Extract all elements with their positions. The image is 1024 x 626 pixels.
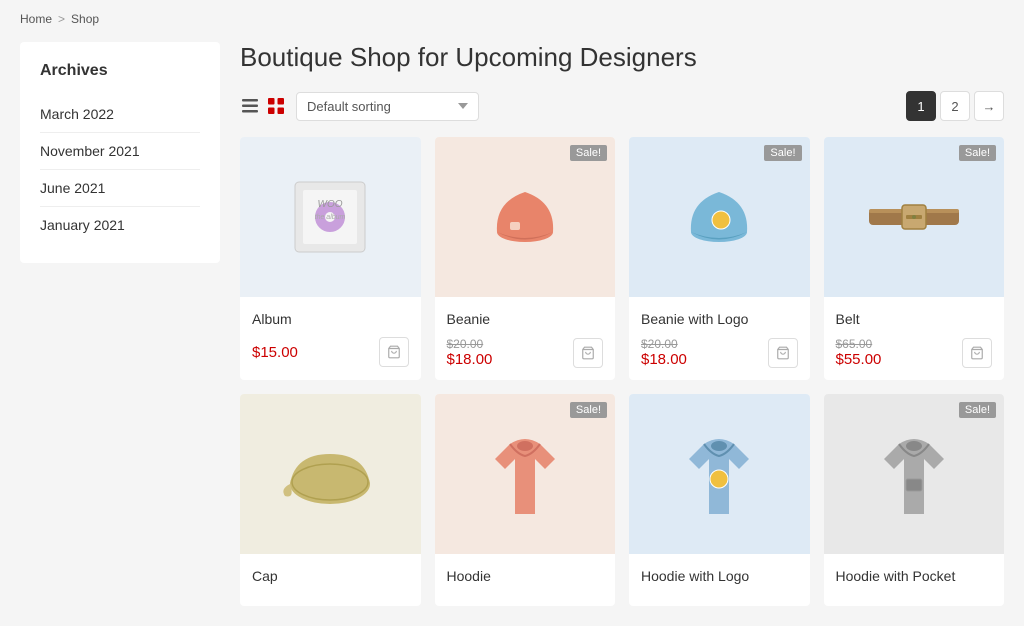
- product-info: Belt $65.00$55.00: [824, 297, 1005, 380]
- sidebar-item[interactable]: June 2021: [40, 170, 200, 207]
- product-card[interactable]: Cap: [240, 394, 421, 606]
- sale-badge: Sale!: [959, 402, 996, 418]
- product-price: $15.00: [252, 344, 298, 361]
- page-button-1[interactable]: 1: [906, 91, 936, 121]
- price-current: $55.00: [836, 351, 882, 368]
- add-to-cart-button[interactable]: [768, 338, 798, 368]
- product-name: Album: [252, 311, 409, 327]
- product-image-wrapper: [629, 394, 810, 554]
- toolbar-left: Default sortingSort by popularitySort by…: [240, 92, 479, 121]
- price-current: $18.00: [641, 351, 687, 368]
- product-price-row: $65.00$55.00: [836, 337, 993, 368]
- product-name: Beanie with Logo: [641, 311, 798, 327]
- product-card[interactable]: WOO the album Album $15.00: [240, 137, 421, 380]
- product-info: Hoodie: [435, 554, 616, 606]
- product-info: Hoodie with Pocket: [824, 554, 1005, 606]
- sidebar-item[interactable]: November 2021: [40, 133, 200, 170]
- product-info: Beanie with Logo $20.00$18.00: [629, 297, 810, 380]
- product-price: $20.00$18.00: [641, 337, 687, 368]
- add-to-cart-button[interactable]: [962, 338, 992, 368]
- sale-badge: Sale!: [570, 145, 607, 161]
- sidebar-box: Archives March 2022November 2021June 202…: [20, 42, 220, 263]
- price-original: $65.00: [836, 337, 882, 351]
- breadcrumb: Home > Shop: [20, 12, 1004, 26]
- pagination: 12→: [906, 91, 1004, 121]
- add-to-cart-button[interactable]: [573, 338, 603, 368]
- product-image-wrapper: Sale!: [435, 137, 616, 297]
- toolbar: Default sortingSort by popularitySort by…: [240, 91, 1004, 121]
- page-button-2[interactable]: 2: [940, 91, 970, 121]
- sale-badge: Sale!: [959, 145, 996, 161]
- product-info: Album $15.00: [240, 297, 421, 379]
- sidebar-title: Archives: [40, 62, 200, 80]
- product-price-row: $20.00$18.00: [447, 337, 604, 368]
- product-info: Cap: [240, 554, 421, 606]
- breadcrumb-home[interactable]: Home: [20, 12, 52, 26]
- product-image-wrapper: Sale!: [435, 394, 616, 554]
- price-single: $15.00: [252, 344, 298, 361]
- product-image: [280, 424, 380, 524]
- price-original: $20.00: [641, 337, 687, 351]
- product-image: WOO the album: [280, 167, 380, 267]
- product-image-wrapper: [240, 394, 421, 554]
- product-image: [864, 424, 964, 524]
- price-original: $20.00: [447, 337, 493, 351]
- view-icons: [240, 96, 286, 116]
- product-card[interactable]: Sale! Hoodie: [435, 394, 616, 606]
- product-name: Hoodie: [447, 568, 604, 584]
- svg-text:WOO: WOO: [318, 199, 343, 210]
- list-view-button[interactable]: [240, 97, 260, 115]
- product-info: Hoodie with Logo: [629, 554, 810, 606]
- price-current: $18.00: [447, 351, 493, 368]
- product-image: [475, 424, 575, 524]
- sidebar-item[interactable]: January 2021: [40, 207, 200, 243]
- product-info: Beanie $20.00$18.00: [435, 297, 616, 380]
- sidebar-item[interactable]: March 2022: [40, 96, 200, 133]
- product-card[interactable]: Hoodie with Logo: [629, 394, 810, 606]
- add-to-cart-button[interactable]: [379, 337, 409, 367]
- product-card[interactable]: Sale! Belt $65.00$55.00: [824, 137, 1005, 380]
- products-grid: WOO the album Album $15.00 Sale! Beanie $2…: [240, 137, 1004, 606]
- product-image: [669, 424, 769, 524]
- product-card[interactable]: Sale! Beanie with Logo $20.00$18.00: [629, 137, 810, 380]
- grid-view-button[interactable]: [266, 96, 286, 116]
- sale-badge: Sale!: [570, 402, 607, 418]
- product-image: [669, 167, 769, 267]
- sidebar-items: March 2022November 2021June 2021January …: [40, 96, 200, 243]
- product-image-wrapper: Sale!: [824, 394, 1005, 554]
- product-card[interactable]: Sale! Hoodie with Pocket: [824, 394, 1005, 606]
- product-name: Hoodie with Logo: [641, 568, 798, 584]
- product-image-wrapper: Sale!: [629, 137, 810, 297]
- product-card[interactable]: Sale! Beanie $20.00$18.00: [435, 137, 616, 380]
- product-name: Beanie: [447, 311, 604, 327]
- sidebar: Archives March 2022November 2021June 202…: [20, 42, 220, 606]
- product-image: [864, 167, 964, 267]
- main-content: Boutique Shop for Upcoming Designers: [240, 42, 1004, 606]
- product-image: [475, 167, 575, 267]
- page-title: Boutique Shop for Upcoming Designers: [240, 42, 1004, 73]
- product-image-wrapper: Sale!: [824, 137, 1005, 297]
- sort-select[interactable]: Default sortingSort by popularitySort by…: [296, 92, 479, 121]
- product-name: Cap: [252, 568, 409, 584]
- breadcrumb-sep: >: [58, 12, 65, 26]
- svg-text:the album: the album: [315, 214, 346, 221]
- product-name: Belt: [836, 311, 993, 327]
- product-price-row: $20.00$18.00: [641, 337, 798, 368]
- product-price: $65.00$55.00: [836, 337, 882, 368]
- product-price: $20.00$18.00: [447, 337, 493, 368]
- sale-badge: Sale!: [764, 145, 801, 161]
- product-image-wrapper: WOO the album: [240, 137, 421, 297]
- pagination-next-button[interactable]: →: [974, 91, 1004, 121]
- breadcrumb-current: Shop: [71, 12, 99, 26]
- product-price-row: $15.00: [252, 337, 409, 367]
- product-name: Hoodie with Pocket: [836, 568, 993, 584]
